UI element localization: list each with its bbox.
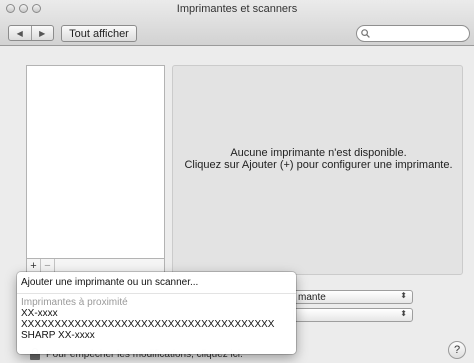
- search-icon: [361, 29, 370, 38]
- back-button[interactable]: ◀: [9, 26, 31, 40]
- add-printer-button[interactable]: +: [27, 259, 41, 272]
- list-buttons: + −: [26, 259, 165, 273]
- printers-scanners-window: Imprimantes et scanners ◀ ▶ Tout affiche…: [0, 0, 474, 363]
- menu-heading-nearby-printers: Imprimantes à proximité: [21, 297, 128, 308]
- forward-button[interactable]: ▶: [30, 26, 54, 40]
- remove-printer-button[interactable]: −: [41, 259, 55, 272]
- popup-arrows-icon: ⬍: [400, 291, 407, 300]
- menu-separator: [17, 293, 296, 294]
- add-printer-menu: Ajouter une imprimante ou un scanner... …: [17, 272, 296, 354]
- popup-arrows-icon: ⬍: [400, 309, 407, 318]
- printer-list[interactable]: [26, 65, 165, 259]
- default-paper-popup[interactable]: ⬍: [293, 308, 413, 322]
- empty-state-message: Aucune imprimante n'est disponible. Cliq…: [173, 147, 464, 171]
- menu-item-nearby-printer[interactable]: XX-xxxx: [17, 308, 296, 319]
- empty-message-line-2: Cliquez sur Ajouter (+) pour configurer …: [184, 159, 453, 171]
- title-bar: Imprimantes et scanners ◀ ▶ Tout affiche…: [0, 0, 474, 46]
- menu-item-nearby-printer[interactable]: XXXXXXXXXXXXXXXXXXXXXXXXXXXXXXXXXXXXXX: [17, 319, 296, 330]
- empty-message-line-1: Aucune imprimante n'est disponible.: [230, 147, 407, 159]
- printer-detail-pane: Aucune imprimante n'est disponible. Cliq…: [172, 65, 463, 275]
- show-all-button[interactable]: Tout afficher: [61, 25, 137, 42]
- search-field[interactable]: [356, 25, 470, 42]
- help-button[interactable]: ?: [448, 341, 466, 359]
- menu-item-add-printer-or-scanner[interactable]: Ajouter une imprimante ou un scanner...: [17, 277, 296, 289]
- window-title: Imprimantes et scanners: [176, 3, 298, 15]
- default-printer-popup[interactable]: mante ⬍: [293, 290, 413, 304]
- search-input[interactable]: [373, 28, 465, 39]
- forward-arrow-icon: ▶: [39, 28, 46, 38]
- back-arrow-icon: ◀: [16, 28, 23, 38]
- navigation-buttons: ◀ ▶: [8, 25, 54, 41]
- menu-item-nearby-printer[interactable]: SHARP XX-xxxx: [17, 330, 296, 341]
- default-printer-value: mante: [298, 291, 326, 303]
